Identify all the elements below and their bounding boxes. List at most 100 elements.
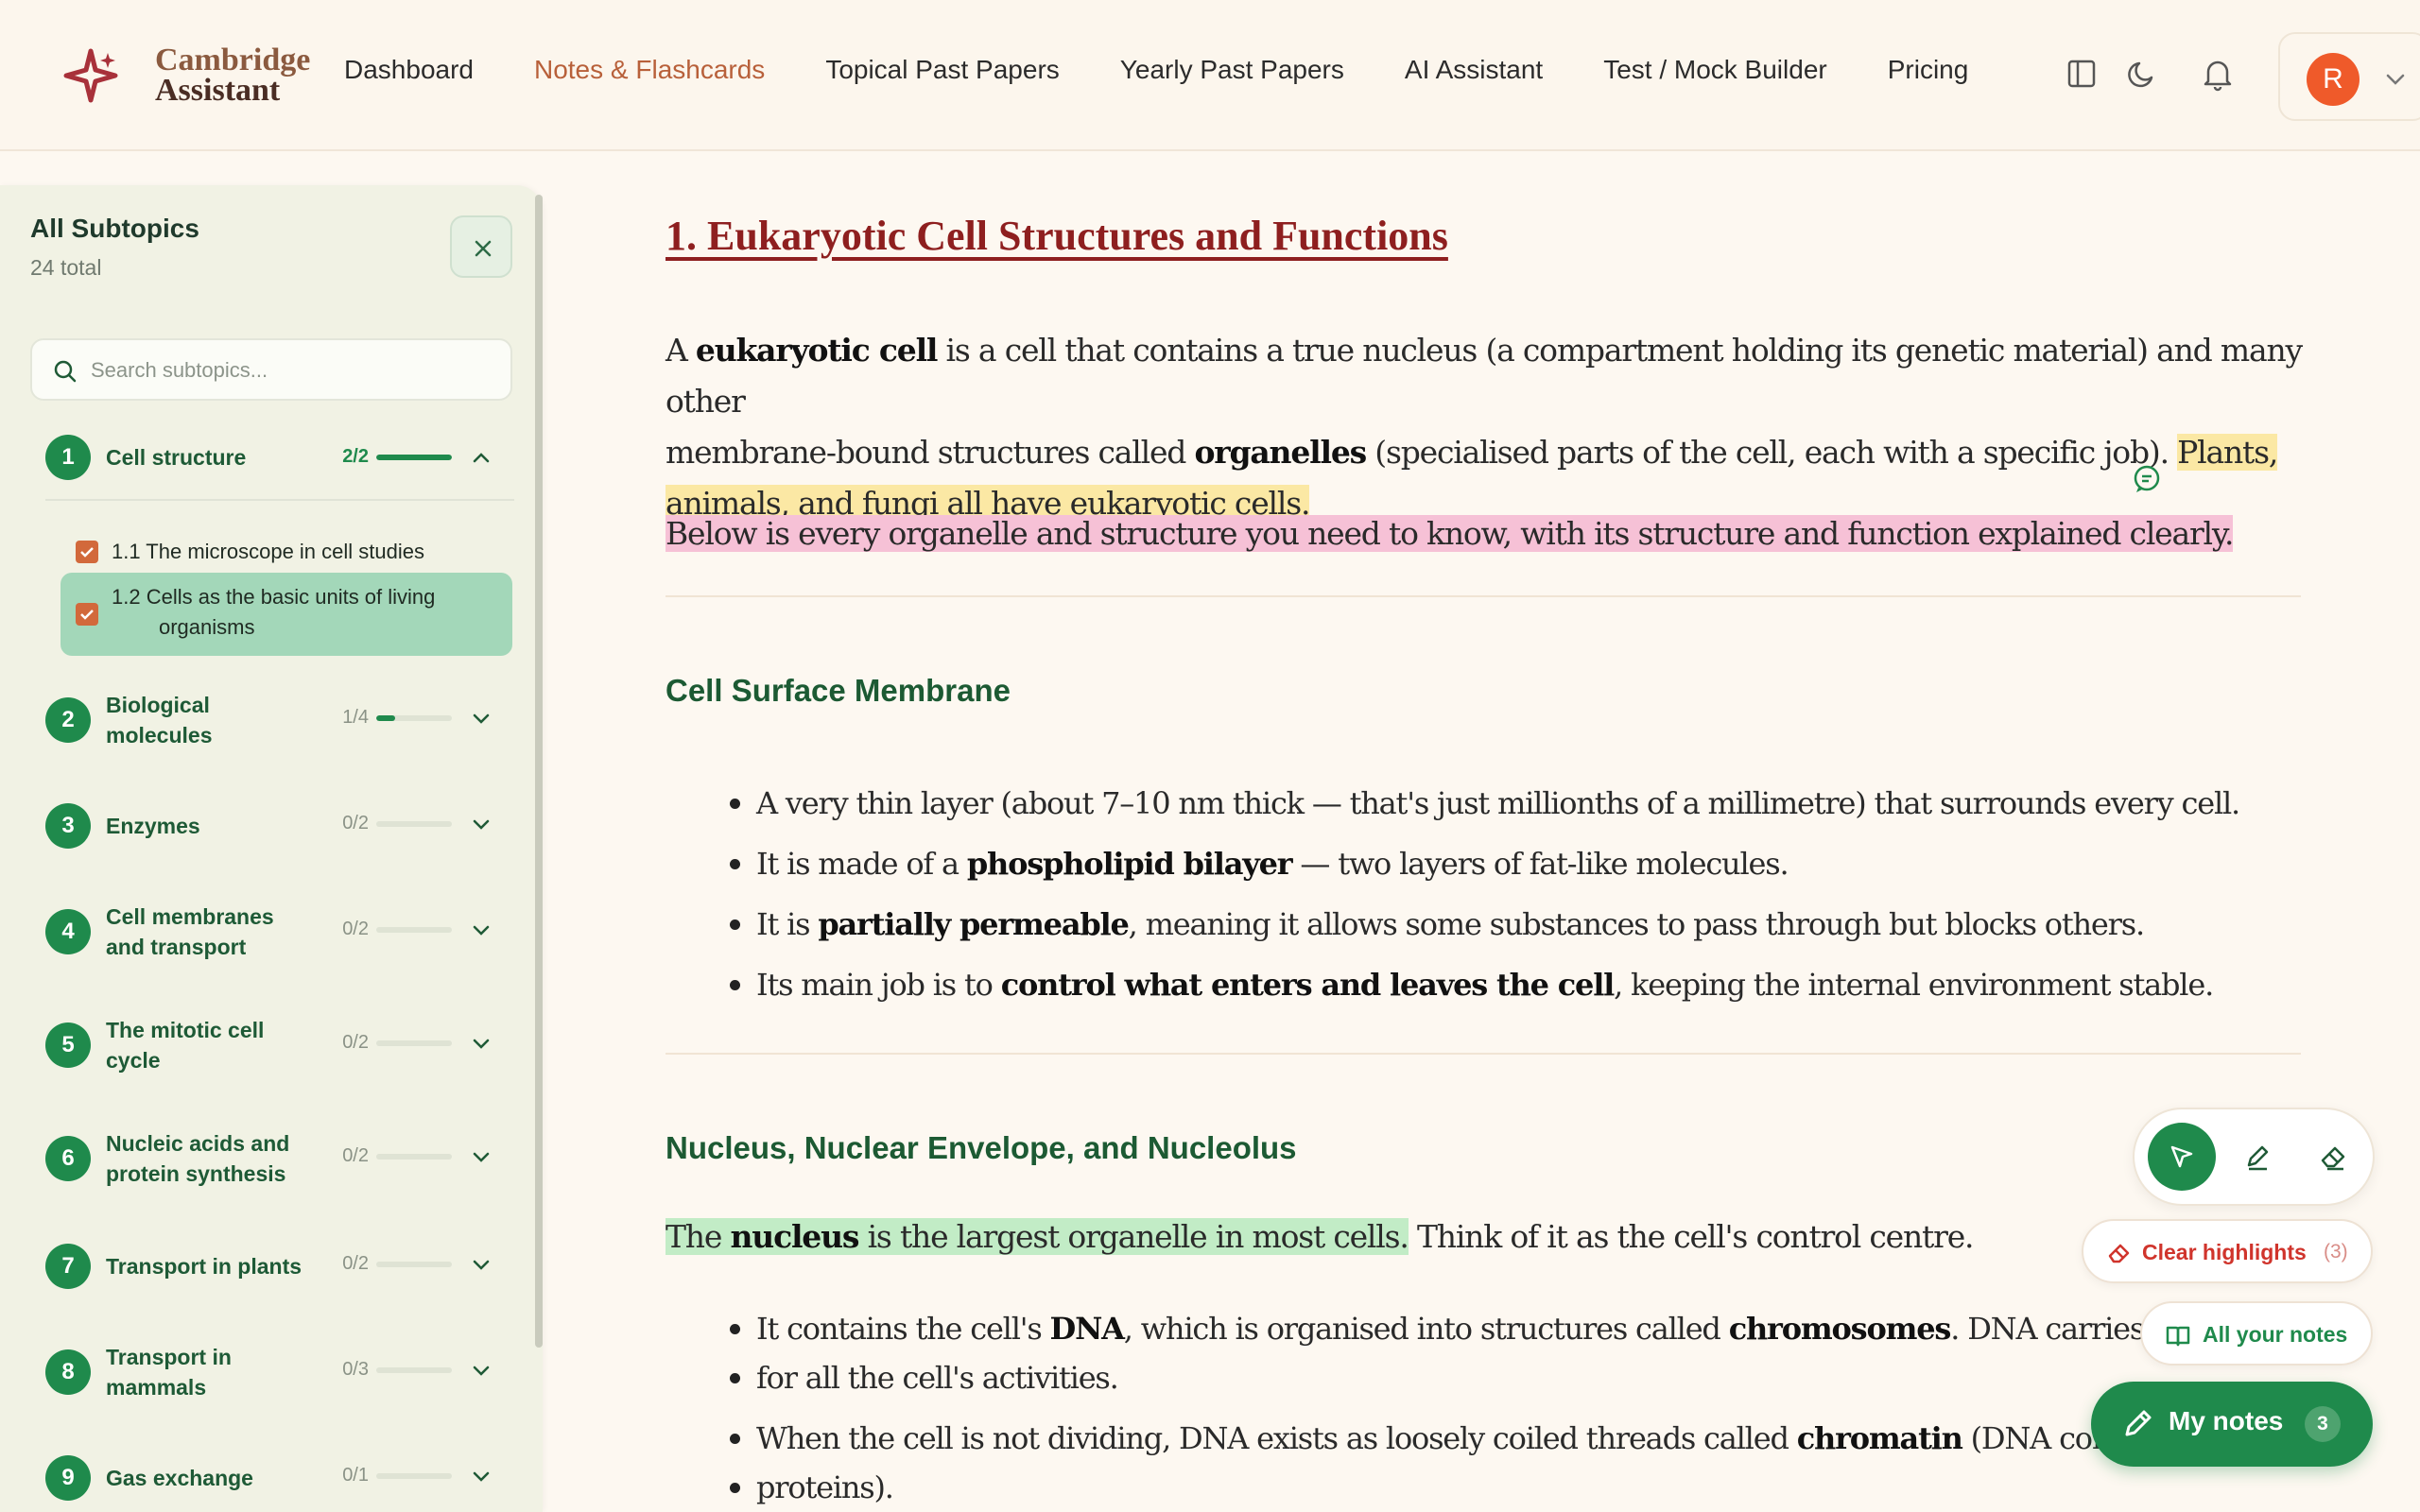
text: (specialised parts of the cell, each wit… bbox=[1366, 434, 2178, 471]
topic-progress-text: 0/2 bbox=[342, 1253, 369, 1274]
chevron-down-icon[interactable] bbox=[467, 704, 495, 732]
topic-gas-exchange[interactable]: 9 Gas exchange 0/1 bbox=[0, 1442, 535, 1508]
sparkle-logo-icon bbox=[63, 48, 118, 103]
text: The bbox=[666, 1218, 731, 1255]
sidebar-scrollbar[interactable] bbox=[535, 195, 543, 1348]
term: partially permeable bbox=[818, 906, 1130, 942]
eraser-tool-button[interactable] bbox=[2299, 1123, 2367, 1191]
topic-number: 5 bbox=[45, 1022, 91, 1068]
topic-name: Enzymes bbox=[106, 814, 200, 838]
chevron-down-icon[interactable] bbox=[467, 1143, 495, 1171]
comment-icon[interactable] bbox=[2131, 463, 2163, 495]
topic-progress-bar bbox=[376, 715, 452, 721]
topic-nucleic-acids[interactable]: 6 Nucleic acids and protein synthesis 0/… bbox=[0, 1123, 535, 1189]
check-icon bbox=[80, 547, 94, 558]
topic-name: Transport in mammals bbox=[106, 1345, 232, 1400]
bullet-item: It is made of a phospholipid bilayer — t… bbox=[729, 839, 1789, 888]
topic-transport-in-mammals[interactable]: 8 Transport in mammals 0/3 bbox=[0, 1336, 535, 1402]
annotation-toolbar bbox=[2133, 1108, 2375, 1206]
highlight-pink[interactable]: Below is every organelle and structure y… bbox=[666, 515, 2234, 552]
close-sidebar-button[interactable] bbox=[450, 215, 512, 278]
topic-progress-bar bbox=[376, 927, 452, 933]
chevron-down-icon[interactable] bbox=[467, 1250, 495, 1279]
section-heading: Nucleus, Nuclear Envelope, and Nucleolus bbox=[666, 1130, 1297, 1165]
chevron-up-icon[interactable] bbox=[467, 443, 495, 472]
text: for all the cell's activities. bbox=[756, 1360, 1119, 1396]
checkbox-checked[interactable] bbox=[76, 541, 98, 563]
subtopic-label-line-1: 1.2 Cells as the basic units of living bbox=[112, 585, 436, 609]
intro-paragraph[interactable]: A eukaryotic cell is a cell that contain… bbox=[666, 325, 2310, 529]
eraser-icon bbox=[2108, 1244, 2130, 1263]
select-tool-button[interactable] bbox=[2148, 1123, 2216, 1191]
topic-progress-bar bbox=[376, 1040, 452, 1046]
chevron-down-icon[interactable] bbox=[467, 810, 495, 838]
page-title: 1. Eukaryotic Cell Structures and Functi… bbox=[666, 213, 1448, 259]
open-book-icon bbox=[2166, 1326, 2190, 1347]
nav-dashboard[interactable]: Dashboard bbox=[344, 55, 474, 85]
text: Think of it as the cell's control centre… bbox=[1408, 1218, 1975, 1255]
topic-number: 8 bbox=[45, 1349, 91, 1395]
intro-paragraph-2[interactable]: Below is every organelle and structure y… bbox=[666, 508, 2310, 559]
sidebar-count: 24 total bbox=[30, 255, 102, 280]
all-notes-label: All your notes bbox=[2203, 1322, 2348, 1347]
topic-name: Transport in plants bbox=[106, 1254, 302, 1279]
topic-name: Cell structure bbox=[106, 445, 247, 470]
clear-highlights-count: (3) bbox=[2324, 1241, 2348, 1263]
subtopic-label-line-2: organisms bbox=[159, 615, 255, 639]
term: DNA bbox=[1049, 1311, 1125, 1347]
brand-line-2: Assistant bbox=[155, 73, 281, 108]
chevron-down-icon[interactable] bbox=[467, 1029, 495, 1057]
sidebar-title: All Subtopics bbox=[30, 214, 199, 243]
topic-progress-bar bbox=[376, 1262, 452, 1267]
my-notes-button[interactable]: My notes 3 bbox=[2091, 1382, 2373, 1467]
topic-mitotic-cell-cycle[interactable]: 5 The mitotic cell cycle 0/2 bbox=[0, 1009, 535, 1075]
topic-progress-text: 0/2 bbox=[342, 813, 369, 833]
clear-highlights-button[interactable]: Clear highlights (3) bbox=[2082, 1219, 2373, 1283]
checkbox-checked[interactable] bbox=[76, 603, 98, 626]
topic-transport-in-plants[interactable]: 7 Transport in plants 0/2 bbox=[0, 1230, 535, 1297]
highlight-yellow[interactable]: Plants, bbox=[2177, 434, 2278, 471]
pen-tool-button[interactable] bbox=[2223, 1123, 2291, 1191]
text: A bbox=[666, 332, 696, 369]
topic-cell-structure[interactable]: 1 Cell structure 2/2 bbox=[0, 435, 535, 480]
topic-cell-membranes[interactable]: 4 Cell membranes and transport 0/2 bbox=[0, 896, 535, 962]
chevron-down-icon bbox=[2386, 74, 2405, 85]
my-notes-count-badge: 3 bbox=[2305, 1406, 2341, 1442]
subtopic-label: 1.1 The microscope in cell studies bbox=[112, 540, 424, 563]
topic-number: 2 bbox=[45, 697, 91, 743]
bullet-item: Its main job is to control what enters a… bbox=[729, 960, 2214, 1009]
check-icon bbox=[80, 610, 94, 620]
cursor-arrow-icon bbox=[2170, 1145, 2193, 1168]
brand[interactable]: Cambridge Assistant bbox=[62, 43, 311, 108]
my-notes-label: My notes bbox=[2169, 1406, 2284, 1435]
chevron-down-icon[interactable] bbox=[467, 916, 495, 944]
term: control what enters and leaves the cell bbox=[1000, 967, 1616, 1003]
brand-line-1: Cambridge bbox=[155, 43, 311, 77]
highlight-green[interactable]: The nucleus is the largest organelle in … bbox=[666, 1218, 1409, 1255]
topic-number: 6 bbox=[45, 1136, 91, 1181]
bullet-item: It is partially permeable, meaning it al… bbox=[730, 900, 2145, 949]
topic-enzymes[interactable]: 3 Enzymes 0/2 bbox=[0, 790, 535, 856]
subtopic-item[interactable]: 1.1 The microscope in cell studies bbox=[60, 524, 512, 580]
topic-progress-text: 0/2 bbox=[342, 1032, 369, 1053]
subtopic-item-active[interactable]: 1.2 Cells as the basic units of living o… bbox=[60, 573, 512, 656]
topic-name: Nucleic acids and protein synthesis bbox=[106, 1131, 290, 1186]
topic-progress-bar bbox=[376, 1154, 452, 1160]
topic-progress-text: 0/3 bbox=[342, 1359, 369, 1380]
text: It contains the cell's bbox=[756, 1311, 1050, 1347]
section-intro[interactable]: The nucleus is the largest organelle in … bbox=[666, 1211, 2065, 1263]
search-input[interactable] bbox=[91, 353, 488, 387]
chevron-down-icon[interactable] bbox=[467, 1356, 495, 1384]
text: , keeping the internal environment stabl… bbox=[1614, 967, 2214, 1003]
topic-number: 1 bbox=[45, 435, 91, 480]
topic-biological-molecules[interactable]: 2 Biological molecules 1/4 bbox=[0, 684, 535, 750]
topic-progress-bar bbox=[376, 1473, 452, 1479]
close-icon bbox=[475, 240, 492, 257]
all-notes-button[interactable]: All your notes bbox=[2140, 1301, 2373, 1366]
text: A very thin layer (about 7–10 nm thick —… bbox=[756, 785, 2240, 821]
topic-name: The mitotic cell cycle bbox=[106, 1018, 265, 1073]
topic-progress-text: 2/2 bbox=[342, 446, 369, 467]
text: proteins). bbox=[756, 1469, 894, 1505]
chevron-down-icon[interactable] bbox=[467, 1462, 495, 1490]
subtopics-sidebar: All Subtopics 24 total 1 Cell structure … bbox=[0, 185, 543, 1512]
